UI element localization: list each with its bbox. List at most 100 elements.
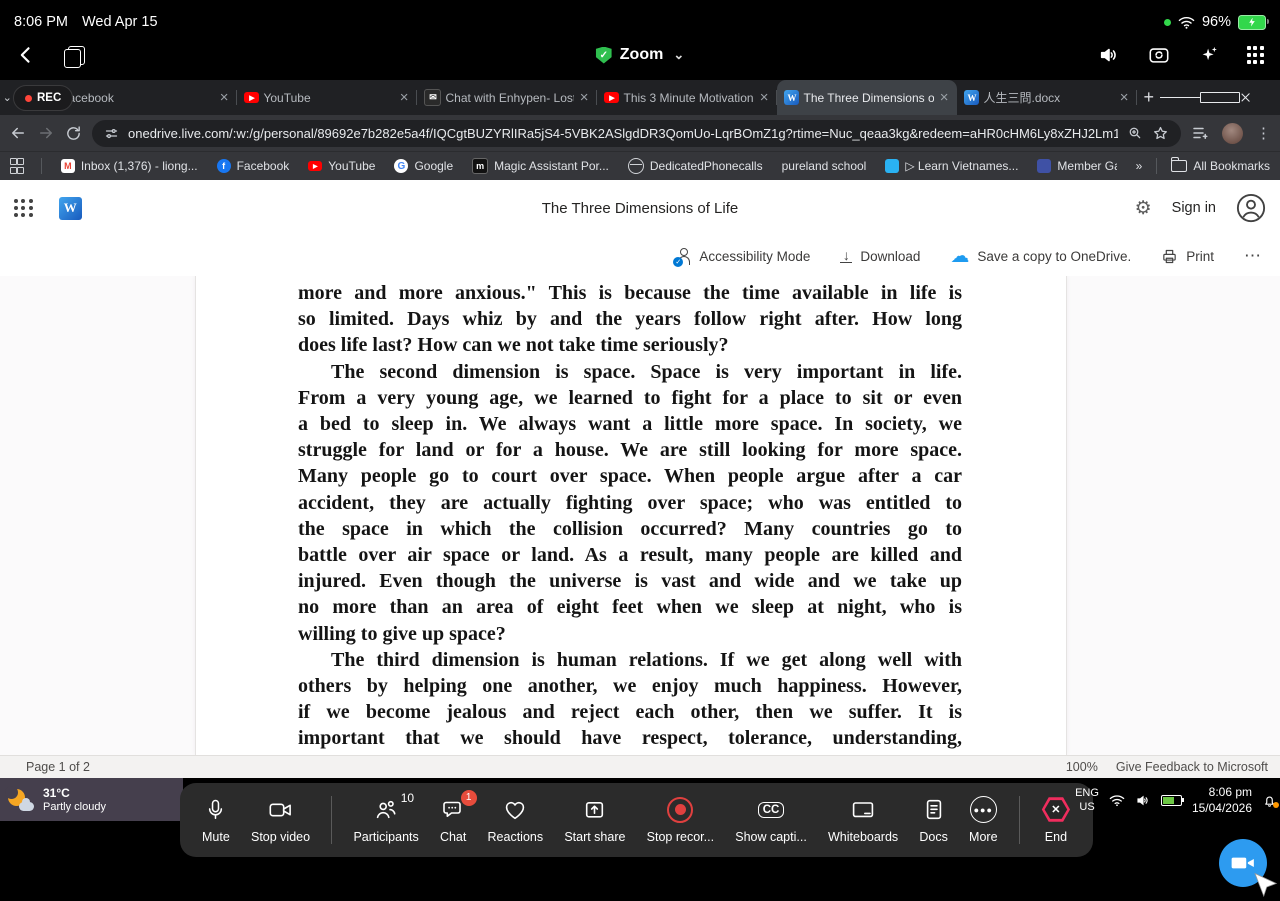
weather-condition: Partly cloudy <box>43 801 106 813</box>
zoom-control-label: Participants <box>353 830 418 844</box>
camera-flip-icon[interactable] <box>1147 44 1171 66</box>
app-switcher-icon[interactable] <box>68 46 85 65</box>
bookmark-item[interactable]: ▷ Learn Vietnames... <box>885 159 1018 173</box>
back-icon[interactable] <box>16 44 36 66</box>
bookmark-item[interactable]: DedicatedPhonecalls <box>628 158 763 174</box>
close-window-button[interactable] <box>1240 80 1280 115</box>
document-line: From a very young age, we learned to fig… <box>298 385 962 411</box>
notification-bell-icon[interactable] <box>1262 793 1277 809</box>
zoom-control-stop-recor[interactable]: Stop recor... <box>647 797 714 844</box>
word-status-bar: Page 1 of 2 100% Give Feedback to Micros… <box>0 755 1280 778</box>
divider <box>1019 796 1020 844</box>
toolbar-accessibility-button[interactable]: ✓Accessibility Mode <box>676 248 810 265</box>
zoom-control-docs[interactable]: Docs <box>919 797 947 844</box>
word-app-icon[interactable]: W <box>59 197 82 220</box>
bookmark-item[interactable]: ▶YouTube <box>308 159 375 173</box>
tab-close-icon[interactable]: × <box>398 90 411 105</box>
bookmark-item[interactable]: Member Gateway <box>1037 159 1116 173</box>
bookmark-item[interactable]: GGoogle <box>394 159 453 173</box>
browser-tab[interactable]: W人生三問.docx× <box>957 80 1137 115</box>
browser-tab[interactable]: WThe Three Dimensions of L× <box>777 80 957 115</box>
site-info-icon[interactable] <box>104 126 119 141</box>
cc-icon: CC <box>758 797 785 823</box>
bookmark-item[interactable]: fFacebook <box>217 159 290 173</box>
url-field[interactable]: onedrive.live.com/:w:/g/personal/89692e7… <box>92 120 1181 147</box>
system-tray: ENG US 8:06 pm 15/04/2026 <box>1075 785 1277 816</box>
chat-favicon: ✉ <box>424 89 441 106</box>
browser-profile-avatar[interactable] <box>1222 123 1243 144</box>
settings-gear-icon[interactable]: ⚙ <box>1135 197 1152 220</box>
reload-icon[interactable] <box>65 125 82 142</box>
tab-close-icon[interactable]: × <box>758 90 771 105</box>
browser-tab[interactable]: ✉Chat with Enhypen- Lost | (× <box>417 80 597 115</box>
browser-menu-icon[interactable]: ⋮ <box>1256 124 1271 142</box>
mouse-cursor-large <box>1250 871 1280 901</box>
divider <box>41 158 42 174</box>
zoom-control-chat[interactable]: 1Chat <box>440 797 466 844</box>
document-canvas[interactable]: more and more anxious." This is because … <box>0 276 1280 755</box>
tab-close-icon[interactable]: × <box>578 90 591 105</box>
active-app-pill[interactable]: ✓ Zoom ⌄ <box>596 46 684 64</box>
ipad-status-bar: 8:06 PM Wed Apr 15 96% <box>0 0 1280 30</box>
bookmark-item[interactable]: MInbox (1,376) - liong... <box>61 159 198 173</box>
toolbar-ellipsis-button[interactable]: ⋯ <box>1244 246 1262 266</box>
bookmark-star-icon[interactable] <box>1152 125 1169 142</box>
sparkles-icon[interactable] <box>1198 44 1220 66</box>
tray-volume-icon[interactable] <box>1135 793 1151 808</box>
browser-tab[interactable]: ▶YouTube× <box>237 80 417 115</box>
zoom-control-end[interactable]: ✕End <box>1041 797 1071 844</box>
toolbar-download-button[interactable]: ↓Download <box>840 249 920 264</box>
bookmark-item[interactable]: mMagic Assistant Por... <box>472 158 609 174</box>
minimize-button[interactable] <box>1160 80 1200 115</box>
zoom-control-start-share[interactable]: Start share <box>564 797 625 844</box>
screen-recording-badge[interactable]: REC <box>13 85 73 111</box>
zoom-control-mute[interactable]: Mute <box>202 797 230 844</box>
tab-close-icon[interactable]: × <box>1118 90 1131 105</box>
toolbar-printer-button[interactable]: Print <box>1161 248 1214 265</box>
zoom-control-more[interactable]: ●●●More <box>969 797 997 844</box>
maximize-button[interactable] <box>1200 80 1240 115</box>
tray-clock[interactable]: 8:06 pm 15/04/2026 <box>1192 785 1252 816</box>
zoom-control-whiteboards[interactable]: Whiteboards <box>828 797 898 844</box>
page-indicator[interactable]: Page 1 of 2 <box>26 760 90 774</box>
recording-dot-icon <box>25 95 32 102</box>
toolbar-label: Save a copy to OneDrive. <box>977 249 1131 264</box>
new-tab-button[interactable]: + <box>1137 80 1160 115</box>
tab-close-icon[interactable]: × <box>218 90 231 105</box>
zoom-page-icon[interactable] <box>1127 125 1143 141</box>
browser-tab[interactable]: ▶This 3 Minute Motivational× <box>597 80 777 115</box>
browser-back-icon[interactable] <box>9 124 27 142</box>
feedback-link[interactable]: Give Feedback to Microsoft <box>1116 760 1268 774</box>
account-avatar-icon[interactable] <box>1236 193 1266 223</box>
people-icon: 10 <box>373 797 399 823</box>
document-title: The Three Dimensions of Life <box>542 200 739 217</box>
bookmark-apps-icon[interactable] <box>10 158 22 174</box>
tab-close-icon[interactable]: × <box>938 90 951 105</box>
wifi-icon <box>1178 16 1195 29</box>
bookmark-item[interactable]: pureland school <box>782 159 867 173</box>
zoom-control-reactions[interactable]: Reactions <box>488 797 544 844</box>
all-bookmarks-button[interactable]: All Bookmarks <box>1171 159 1270 173</box>
zoom-control-participants[interactable]: 10 Participants <box>353 797 418 844</box>
tray-wifi-icon[interactable] <box>1109 794 1125 807</box>
toolbar-cloud-button[interactable]: ☁Save a copy to OneDrive. <box>950 247 1131 266</box>
chat-icon: 1 <box>441 797 466 823</box>
weather-widget[interactable]: 31°C Partly cloudy <box>0 778 183 821</box>
toolbar-label: Print <box>1186 249 1214 264</box>
apps-grid-icon[interactable] <box>1247 46 1264 63</box>
sign-in-button[interactable]: Sign in <box>1172 200 1216 216</box>
browser-forward-icon[interactable] <box>37 124 55 142</box>
zoom-control-show-capti[interactable]: CCShow capti... <box>735 797 807 844</box>
language-indicator[interactable]: ENG US <box>1075 787 1099 813</box>
side-panel-icon[interactable] <box>1191 124 1209 142</box>
bookmarks-overflow-icon[interactable]: » <box>1136 159 1143 173</box>
zoom-level[interactable]: 100% <box>1066 760 1098 774</box>
battery-percent: 96% <box>1202 14 1231 30</box>
shield-check-icon: ✓ <box>596 47 612 64</box>
tray-battery-icon[interactable] <box>1161 795 1182 806</box>
accessibility-icon: ✓ <box>676 248 691 265</box>
volume-icon[interactable] <box>1098 44 1120 66</box>
zoom-control-stop-video[interactable]: Stop video <box>251 797 310 844</box>
more-dots-glyph: ●●● <box>970 796 997 823</box>
office-waffle-icon[interactable] <box>14 199 33 218</box>
